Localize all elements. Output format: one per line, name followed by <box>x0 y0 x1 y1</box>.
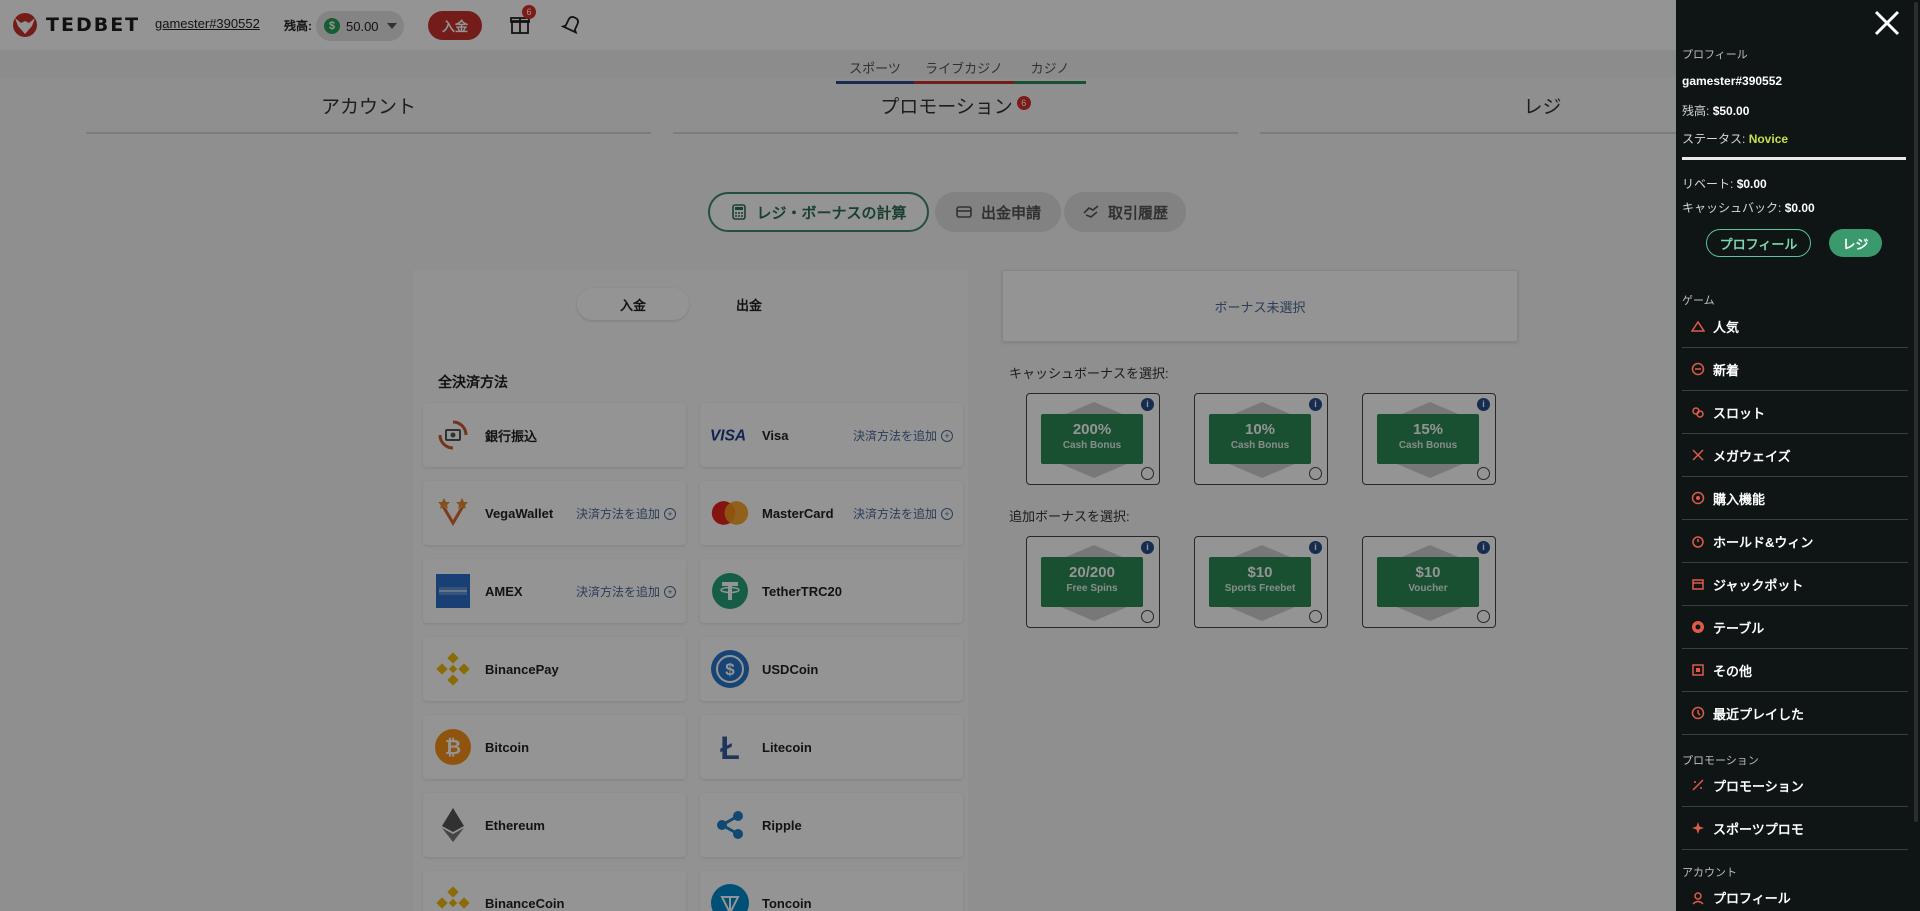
drawer-item-buy-feature[interactable]: 購入機能 <box>1682 477 1908 520</box>
drawer-item-label: ホールド&ウィン <box>1713 534 1814 550</box>
drawer-item-promotion[interactable]: プロモーション <box>1682 764 1908 807</box>
drawer-cashback-value: $0.00 <box>1784 201 1815 215</box>
drawer-item-jackpot[interactable]: ジャックポット <box>1682 563 1908 606</box>
profile-icon <box>1692 891 1704 905</box>
drawer-status-value: Novice <box>1748 132 1789 146</box>
drawer-item-slots[interactable]: スロット <box>1682 391 1908 434</box>
status-progress-bar <box>1682 157 1906 160</box>
drawer-item-popular[interactable]: 人気 <box>1682 305 1908 348</box>
drawer-item-label: プロフィール <box>1713 891 1791 906</box>
buy-feature-icon <box>1691 491 1705 505</box>
popular-icon <box>1691 320 1705 332</box>
drawer-item-label: 人気 <box>1713 319 1740 335</box>
drawer-item-new[interactable]: 新着 <box>1682 348 1908 391</box>
drawer-item-label: プロモーション <box>1713 778 1804 794</box>
slots-icon <box>1692 407 1704 418</box>
drawer-item-hold-win[interactable]: ホールド&ウィン <box>1682 520 1908 563</box>
drawer-item-label: メガウェイズ <box>1713 448 1791 464</box>
modal-backdrop[interactable] <box>0 0 1676 911</box>
drawer-item-label: スポーツプロモ <box>1713 821 1804 837</box>
drawer-balance-value: $50.00 <box>1712 104 1750 118</box>
recent-icon <box>1691 706 1705 720</box>
table-icon <box>1692 621 1704 633</box>
close-icon[interactable] <box>1873 9 1901 37</box>
drawer-scrollbar[interactable] <box>1914 2 1918 822</box>
drawer-status-label: ステータス: <box>1682 132 1746 146</box>
promotion-icon <box>1692 779 1704 791</box>
drawer-username: gamester#390552 <box>1682 74 1783 88</box>
drawer-item-label: 購入機能 <box>1713 491 1766 507</box>
drawer-cashier-button[interactable]: レジ <box>1829 229 1882 257</box>
sports-promo-icon <box>1692 822 1704 834</box>
drawer-rebate-label: リベート: <box>1682 177 1734 191</box>
drawer-item-table[interactable]: テーブル <box>1682 606 1908 649</box>
drawer-item-label: 最近プレイした <box>1713 706 1805 722</box>
hold-win-icon <box>1692 536 1704 548</box>
drawer-item-profile[interactable]: プロフィール <box>1682 876 1908 911</box>
drawer-item-label: スロット <box>1713 405 1766 421</box>
megaways-icon <box>1692 449 1704 461</box>
jackpot-icon <box>1692 579 1704 590</box>
new-icon <box>1691 362 1705 376</box>
drawer-profile-heading: プロフィール <box>1682 49 1748 61</box>
drawer-rebate-value: $0.00 <box>1736 177 1767 191</box>
drawer-item-label: テーブル <box>1713 620 1765 636</box>
drawer-item-label: ジャックポット <box>1713 577 1804 593</box>
drawer-item-label: 新着 <box>1713 362 1740 378</box>
drawer-item-other[interactable]: その他 <box>1682 649 1908 692</box>
drawer-balance-label: 残高: <box>1682 104 1710 118</box>
drawer-item-recent[interactable]: 最近プレイした <box>1682 692 1908 735</box>
drawer-profile-button[interactable]: プロフィール <box>1706 229 1811 257</box>
drawer-item-megaways[interactable]: メガウェイズ <box>1682 434 1908 477</box>
drawer-item-sports-promo[interactable]: スポーツプロモ <box>1682 807 1908 850</box>
other-icon <box>1692 664 1704 676</box>
drawer-cashback-label: キャッシュバック: <box>1682 201 1782 215</box>
drawer-item-label: その他 <box>1713 663 1753 679</box>
